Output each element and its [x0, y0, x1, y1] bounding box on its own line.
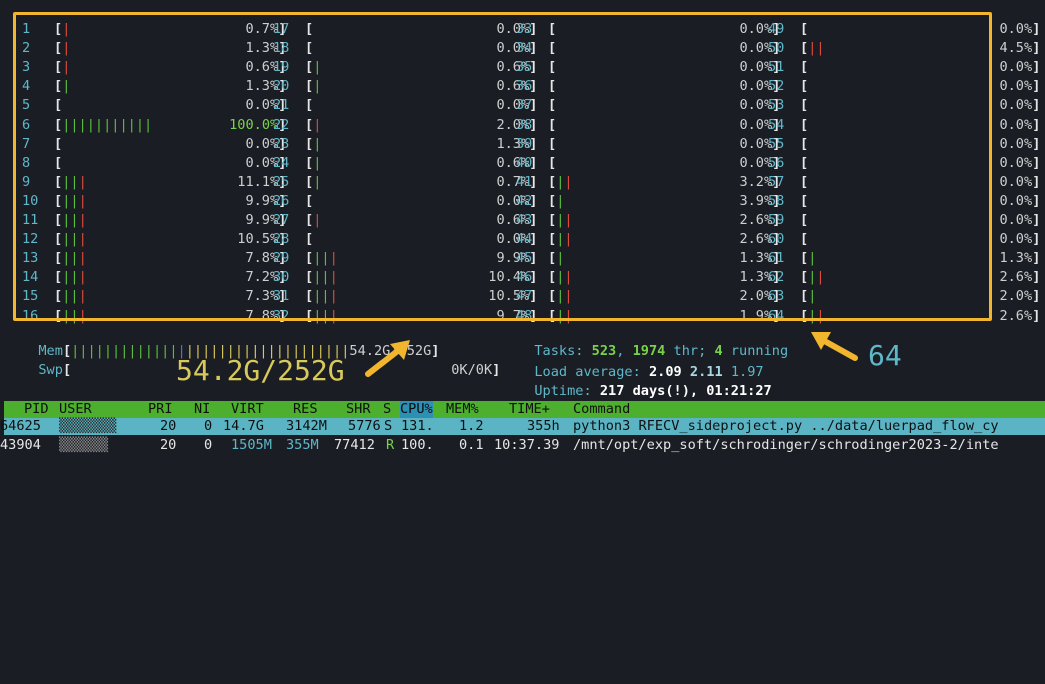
res-cell: 3142M [286, 418, 327, 434]
cpu-percent: 0.0% [999, 21, 1033, 37]
bracket-close: ] [1032, 250, 1041, 267]
bracket-close: ] [1032, 135, 1041, 152]
table-row[interactable]: 64625 ▒▒▒▒▒▒▒ 20 0 14.7G 3142M 5776 S 13… [0, 418, 1045, 435]
cpu-cell: 131. [401, 418, 434, 434]
col-pid[interactable]: PID [24, 401, 49, 418]
cpu-percent: 0.0% [999, 59, 1033, 76]
bracket-close: ] [1032, 192, 1041, 209]
bracket-close: ] [1032, 59, 1041, 76]
command-cell: python3 RFECV_sideproject.py ../data/lue… [573, 418, 999, 434]
load-average-line: Load average: 2.09 2.11 1.97 [518, 344, 763, 380]
cpu-percent: 2.6% [999, 307, 1033, 324]
cpu-percent: 0.0% [999, 97, 1033, 114]
uptime-line: Uptime: 217 days(!), 01:21:27 [518, 363, 771, 399]
cpu-percent: 0.0% [999, 116, 1033, 133]
bracket-close: ] [1032, 288, 1041, 305]
cpu-percent: 1.3% [999, 250, 1033, 267]
virt-cell: 1505M [231, 437, 272, 453]
col-mem[interactable]: MEM% [446, 401, 479, 418]
shr-cell: 77412 [334, 437, 375, 453]
memory-callout: 54.2G/252G [176, 354, 345, 387]
bracket-close: ] [1032, 21, 1041, 37]
res-cell: 355M [286, 437, 319, 453]
cpu-percent: 0.0% [999, 173, 1033, 190]
col-time[interactable]: TIME+ [509, 401, 550, 418]
swap-label: Swp [38, 362, 63, 378]
highlight-box [13, 12, 992, 321]
bracket-close: ] [1032, 212, 1041, 228]
col-res[interactable]: RES [293, 401, 318, 418]
col-user[interactable]: USER [59, 401, 92, 418]
cpu-cell: 100. [401, 437, 434, 453]
time-cell: 355h [527, 418, 560, 434]
ni-cell: 0 [204, 418, 213, 434]
arrow-icon [365, 340, 410, 377]
time-cell: 10:37.39 [494, 437, 560, 453]
command-cell: /mnt/opt/exp_soft/schrodinger/schrodinge… [573, 437, 999, 453]
col-virt[interactable]: VIRT [231, 401, 264, 418]
cpu-percent: 4.5% [999, 40, 1033, 57]
col-cpu[interactable]: CPU% [400, 401, 433, 418]
bracket-close: ] [1032, 154, 1041, 171]
pid-cell: 64625 [0, 418, 41, 434]
col-ni[interactable]: NI [194, 401, 210, 418]
col-pri[interactable]: PRI [148, 401, 173, 418]
process-table-header: PID USER PRI NI VIRT RES SHR S CPU% MEM%… [4, 401, 1045, 418]
mem-cell: 1.2 [459, 418, 484, 434]
bracket-close: ] [1032, 97, 1041, 114]
bracket-close: ] [1032, 231, 1041, 248]
cpu-percent: 2.0% [999, 288, 1033, 305]
bracket-close: ] [1032, 173, 1041, 190]
pri-cell: 20 [160, 418, 177, 434]
uptime-value: 217 days(!), 01:21:27 [599, 383, 772, 399]
mem-cell: 0.1 [459, 437, 484, 453]
col-shr[interactable]: SHR [346, 401, 371, 418]
arrow-icon [811, 332, 858, 361]
virt-cell: 14.7G [223, 418, 264, 434]
cpu-percent: 0.0% [999, 192, 1033, 209]
user-cell: ▒▒▒▒▒▒▒ [59, 418, 117, 434]
state-cell: S [384, 418, 393, 434]
shr-cell: 5776 [348, 418, 381, 434]
col-state[interactable]: S [383, 401, 391, 418]
pid-cell: 43904 [0, 437, 41, 453]
bracket-close: ] [1032, 269, 1041, 286]
col-command[interactable]: Command [573, 401, 630, 418]
cpu-percent: 0.0% [999, 135, 1033, 152]
state-cell: R [386, 437, 395, 453]
user-cell: ▒▒▒▒▒▒ [59, 437, 109, 453]
cpu-percent: 0.0% [999, 212, 1033, 228]
cpu-percent: 2.6% [999, 269, 1033, 286]
ni-cell: 0 [204, 437, 213, 453]
cpu-count-callout: 64 [868, 339, 902, 372]
table-row[interactable]: 43904 ▒▒▒▒▒▒ 20 0 1505M 355M 77412 R 100… [0, 437, 1045, 454]
uptime-label: Uptime: [534, 383, 600, 399]
tasks-line: Tasks: 523, 1974 thr; 4 running [518, 323, 788, 359]
pri-cell: 20 [160, 437, 177, 453]
cpu-percent: 0.0% [999, 231, 1033, 248]
cpu-percent: 0.0% [999, 78, 1033, 95]
bracket-close: ] [1032, 307, 1041, 324]
cpu-percent: 0.0% [999, 154, 1033, 171]
bracket-close: ] [1032, 116, 1041, 133]
bracket-close: ] [1032, 78, 1041, 95]
bracket-close: ] [1032, 40, 1041, 57]
